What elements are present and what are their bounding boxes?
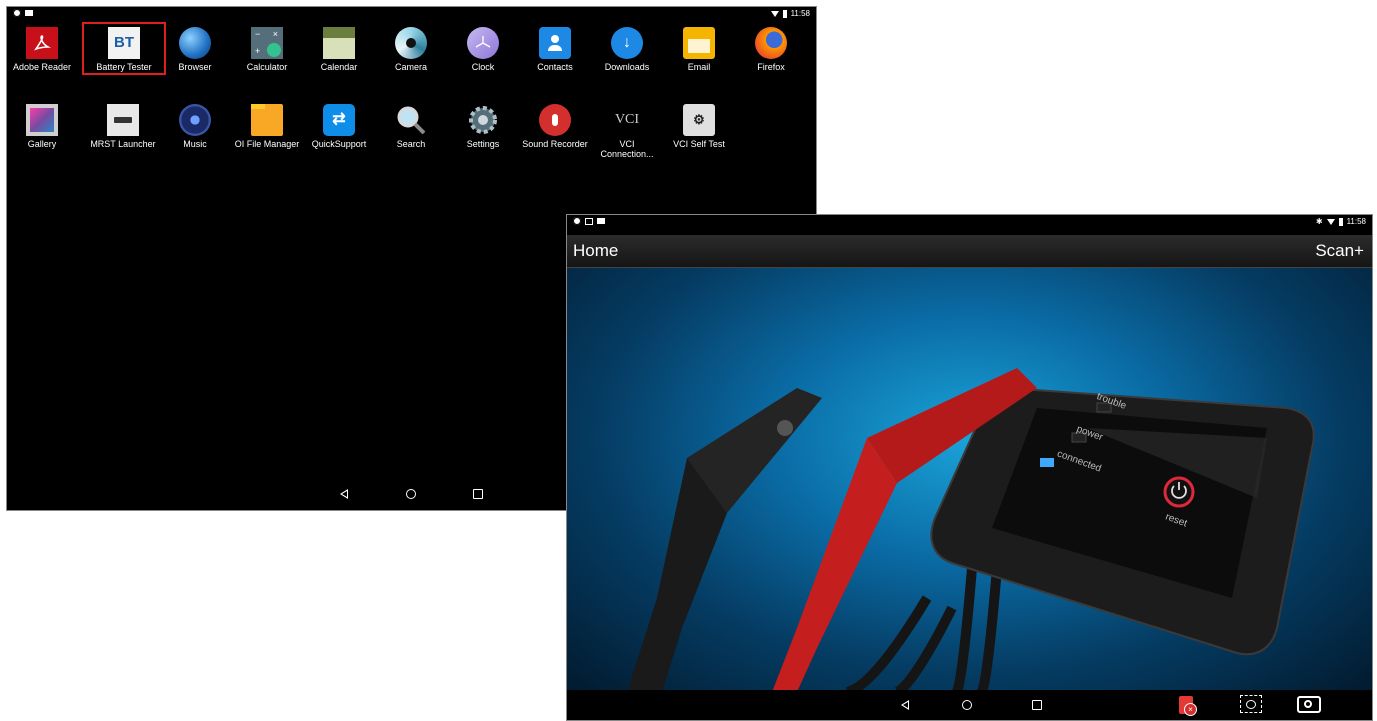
recents-icon[interactable] [1032, 700, 1042, 710]
app-browser[interactable]: Browser [160, 27, 230, 72]
back-icon[interactable] [340, 489, 348, 499]
app-label: VCI Connection... [600, 139, 654, 159]
vci-icon: VCI [614, 112, 640, 127]
gallery-icon [26, 104, 58, 136]
app-label: VCI Self Test [673, 139, 725, 149]
app-vci-connection[interactable]: VCI VCI Connection... [592, 104, 662, 160]
app-label: Battery Tester [96, 62, 152, 72]
quicksupport-icon: ⇄ [323, 104, 355, 136]
status-time: 11:58 [1346, 217, 1366, 226]
app-settings[interactable]: Settings [448, 104, 518, 149]
status-bar: 11:58 [7, 7, 816, 21]
page-title: Home [573, 241, 619, 260]
folder-icon [251, 104, 283, 136]
app-adobe-reader[interactable]: Adobe Reader [7, 27, 77, 72]
gear-icon [13, 9, 21, 17]
app-label: Calculator [246, 62, 288, 72]
mrst-icon [107, 104, 139, 136]
back-icon[interactable] [901, 700, 909, 710]
battery-tester-illustration [627, 368, 1315, 692]
settings-icon [467, 104, 499, 136]
app-vci-self-test[interactable]: ⚙ VCI Self Test [664, 104, 734, 149]
status-time: 11:58 [790, 9, 810, 18]
app-clock[interactable]: Clock [448, 27, 518, 72]
app-label: Downloads [604, 62, 650, 72]
email-icon [683, 27, 715, 59]
app-label: Search [396, 139, 426, 149]
app-battery-tester[interactable]: BT Battery Tester [82, 22, 166, 75]
app-label: Sound Recorder [522, 139, 588, 149]
app-mrst-launcher[interactable]: MRST Launcher [88, 104, 158, 149]
vci-self-test-icon: ⚙ [683, 104, 715, 136]
app-email[interactable]: Email [664, 27, 734, 72]
music-icon [179, 104, 211, 136]
battery-icon [782, 9, 787, 18]
app-downloads[interactable]: ↓ Downloads [592, 27, 662, 72]
camera-screenshot-icon[interactable] [1297, 696, 1321, 713]
app-music[interactable]: Music [160, 104, 230, 149]
screenshot-icon [585, 217, 593, 225]
clock-icon [467, 27, 499, 59]
notification-icon [597, 218, 605, 224]
home-icon[interactable] [962, 700, 972, 710]
app-calculator[interactable]: − × + Calculator [232, 27, 302, 72]
app-label: Camera [394, 62, 427, 72]
camera-icon [395, 27, 427, 59]
battery-tester-screen: ✱ 11:58 Home Scan+ trouble power connect… [566, 214, 1373, 721]
app-title-bar: Home Scan+ [567, 235, 1372, 268]
wifi-icon [1326, 218, 1335, 225]
app-label: Settings [466, 139, 500, 149]
app-oi-file-manager[interactable]: OI File Manager [232, 104, 302, 149]
gear-icon [573, 217, 581, 225]
app-camera[interactable]: Camera [376, 27, 446, 72]
home-icon[interactable] [406, 489, 416, 499]
firefox-icon [755, 27, 787, 59]
app-contacts[interactable]: Contacts [520, 27, 590, 72]
download-icon: ↓ [611, 27, 643, 59]
app-label: Music [183, 139, 207, 149]
wifi-icon [770, 10, 779, 17]
app-search[interactable]: Search [376, 104, 446, 149]
bottom-nav-bar: × [567, 690, 1372, 720]
app-label: OI File Manager [234, 139, 300, 149]
exit-app-icon[interactable]: × [1179, 696, 1197, 716]
app-sound-recorder[interactable]: Sound Recorder [520, 104, 590, 149]
app-label: Calendar [320, 62, 358, 72]
app-label: Clock [471, 62, 495, 72]
scan-button[interactable]: Scan+ [1315, 241, 1364, 261]
battery-icon [1338, 217, 1343, 226]
bt-icon: BT [108, 27, 140, 59]
partial-screenshot-icon[interactable] [1240, 695, 1262, 713]
microphone-icon [539, 104, 571, 136]
app-firefox[interactable]: Firefox [736, 27, 806, 72]
app-label: Gallery [27, 139, 57, 149]
recents-icon[interactable] [473, 489, 483, 499]
app-label: QuickSupport [311, 139, 367, 149]
app-label: Browser [178, 62, 212, 72]
app-label: Adobe Reader [12, 62, 72, 72]
app-gallery[interactable]: Gallery [7, 104, 77, 149]
app-calendar[interactable]: Calendar [304, 27, 374, 72]
app-label: Email [687, 62, 711, 72]
search-icon [395, 104, 427, 136]
globe-icon [179, 27, 211, 59]
adobe-reader-icon [26, 27, 58, 59]
app-label: Firefox [757, 62, 785, 72]
status-bar: ✱ 11:58 [567, 215, 1372, 233]
app-quicksupport[interactable]: ⇄ QuickSupport [304, 104, 374, 149]
app-label: Contacts [537, 62, 573, 72]
contacts-icon [539, 27, 571, 59]
bluetooth-icon: ✱ [1315, 217, 1323, 226]
calculator-icon: − × + [251, 27, 283, 59]
device-hero-image: trouble power connected reset [567, 268, 1372, 692]
calendar-icon [323, 27, 355, 59]
connected-light-icon [1040, 458, 1054, 467]
notification-icon [25, 10, 33, 16]
app-label: MRST Launcher [90, 139, 156, 149]
